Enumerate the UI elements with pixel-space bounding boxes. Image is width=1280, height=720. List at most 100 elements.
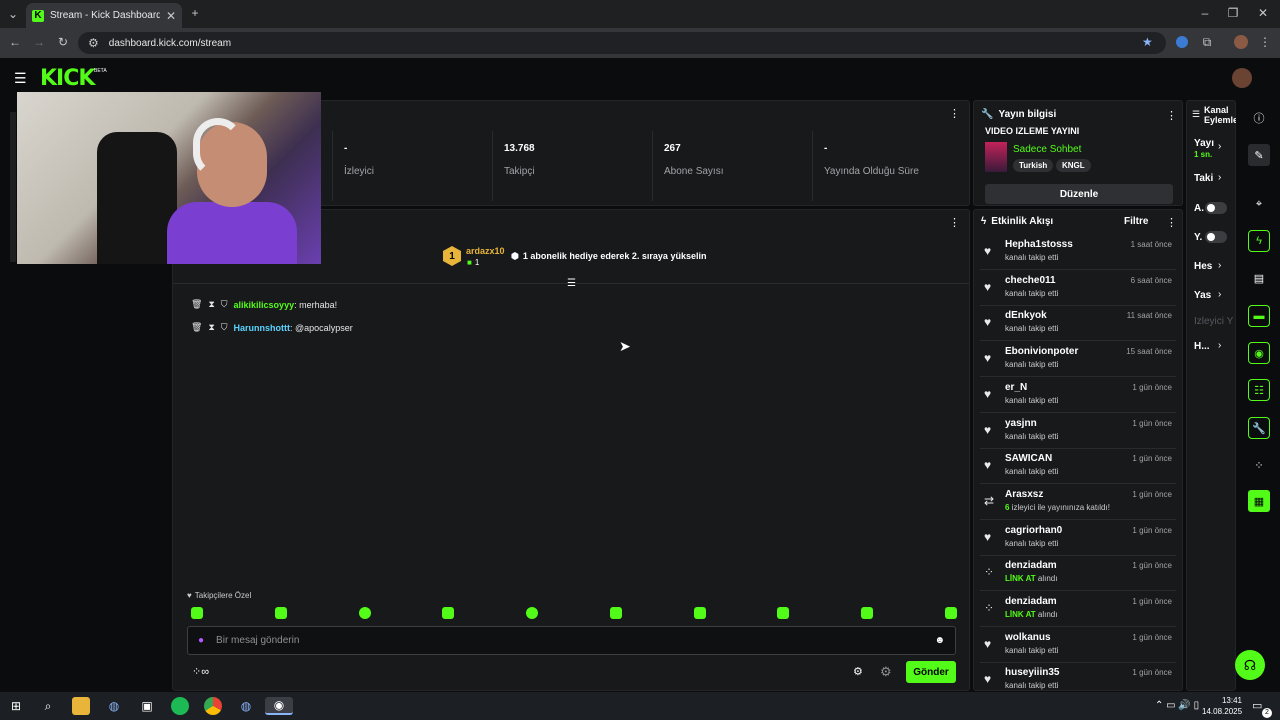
spotify-icon[interactable] [171, 697, 189, 715]
toggle-switch[interactable] [1205, 231, 1227, 243]
stats-menu-icon[interactable]: ⋮ [949, 107, 960, 120]
microphone-icon[interactable]: ● [198, 635, 204, 646]
steam-icon[interactable]: ◍ [105, 697, 123, 715]
store-icon[interactable]: ▣ [138, 697, 156, 715]
info-icon[interactable]: ⓘ [1248, 107, 1270, 129]
action-item[interactable]: Taki [1194, 173, 1213, 184]
action-item[interactable]: Yas [1194, 290, 1211, 301]
send-button[interactable]: Gönder [906, 661, 956, 683]
event-username[interactable]: cagriorhan0 [1005, 525, 1062, 536]
chevron-right-icon[interactable]: › [1218, 289, 1221, 300]
clock[interactable]: 13:41 14.08.2025 [1202, 695, 1242, 717]
event-username[interactable]: denziadam [1005, 596, 1057, 607]
event-username[interactable]: wolkanus [1005, 632, 1051, 643]
action-item[interactable]: Yayı [1194, 138, 1214, 149]
site-info-icon[interactable]: ⚙ [88, 36, 99, 50]
chevron-right-icon[interactable]: › [1218, 340, 1221, 351]
back-icon[interactable]: ← [8, 35, 22, 49]
profile-avatar[interactable] [1234, 35, 1248, 49]
chat-bubble-icon[interactable]: ▬ [1248, 305, 1270, 327]
info-menu-icon[interactable]: ⋮ [1166, 109, 1177, 122]
reload-icon[interactable]: ↻ [56, 35, 70, 49]
emoji-icon[interactable]: ☻ [934, 635, 945, 646]
emote[interactable] [274, 607, 287, 619]
emote[interactable] [693, 607, 706, 619]
chevron-right-icon[interactable]: › [1218, 172, 1221, 183]
layout-icon[interactable]: ☷ [1248, 379, 1270, 401]
timeout-icon[interactable]: ⧗ [208, 299, 214, 310]
event-username[interactable]: dEnkyok [1005, 310, 1047, 321]
timeout-icon[interactable]: ⧗ [208, 322, 214, 333]
event-username[interactable]: denziadam [1005, 560, 1057, 571]
action-item[interactable]: Hes [1194, 261, 1212, 272]
steam-alt-icon[interactable]: ◍ [237, 697, 255, 715]
delete-icon[interactable]: 🗑 [191, 322, 202, 333]
emote[interactable] [861, 607, 874, 619]
emote[interactable] [609, 607, 622, 619]
event-username[interactable]: Hepha1stosss [1005, 239, 1073, 250]
toggle-switch[interactable] [1205, 202, 1227, 214]
emote[interactable] [191, 607, 203, 619]
action-item[interactable]: H... [1194, 341, 1210, 352]
emote[interactable] [944, 607, 957, 619]
filter-button[interactable]: Filtre [1124, 216, 1148, 227]
category-name[interactable]: Sadece Sohbet [1013, 144, 1081, 155]
notification-icon[interactable]: ▭ [1252, 699, 1262, 712]
tab-list-icon[interactable]: ⌄ [6, 7, 20, 21]
clapperboard-icon[interactable]: ▦ [1248, 490, 1270, 512]
emote[interactable] [777, 607, 790, 619]
events-menu-icon[interactable]: ⋮ [1166, 216, 1177, 229]
new-tab-icon[interactable]: + [188, 6, 202, 20]
hamburger-menu-icon[interactable]: ☰ [14, 70, 27, 87]
user-avatar[interactable] [1232, 68, 1252, 88]
points-icon[interactable]: ⁘∞ [192, 665, 209, 678]
wrench-action-icon[interactable]: 🔧 [1248, 417, 1270, 439]
event-username[interactable]: huseyiiin35 [1005, 667, 1059, 678]
event-username[interactable]: cheche011 [1005, 275, 1056, 286]
close-window-icon[interactable]: ✕ [1256, 6, 1270, 20]
chevron-right-icon[interactable]: › [1218, 260, 1221, 271]
chat-collapse-icon[interactable]: ☰ [567, 278, 576, 289]
emote[interactable] [358, 607, 371, 619]
event-username[interactable]: er_N [1005, 382, 1027, 393]
support-headset-icon[interactable]: ☊ [1235, 650, 1265, 680]
event-username[interactable]: Ebonivionpoter [1005, 346, 1078, 357]
bookmark-star-icon[interactable]: ★ [1142, 35, 1153, 49]
event-username[interactable]: SAWICAN [1005, 453, 1052, 464]
chat-settings-icon[interactable]: ⚙ [853, 665, 863, 678]
minimize-icon[interactable]: – [1198, 6, 1212, 20]
extension-icon[interactable] [1176, 36, 1188, 48]
edit-button[interactable]: Düzenle [985, 184, 1173, 204]
windows-start-icon[interactable]: ⊞ [7, 697, 25, 715]
points-rail-icon[interactable]: ⁘ [1248, 454, 1270, 476]
browser-tab[interactable]: K Stream - Kick Dashboard ✕ [26, 3, 182, 28]
ban-icon[interactable]: ⛉ [221, 322, 228, 333]
kick-logo[interactable]: KICK [40, 66, 95, 91]
chrome-icon[interactable] [204, 697, 222, 715]
moderation-icon[interactable]: ⚙ [880, 664, 892, 680]
maximize-icon[interactable]: ❐ [1226, 6, 1240, 20]
leader-username[interactable]: ardazx10 [466, 246, 505, 256]
target-icon[interactable]: ⌖ [1248, 193, 1270, 215]
browser-menu-icon[interactable]: ⋮ [1258, 35, 1272, 49]
close-tab-icon[interactable]: ✕ [166, 9, 176, 23]
extensions-puzzle-icon[interactable]: ⧉ [1200, 35, 1214, 50]
event-username[interactable]: yasjnn [1005, 418, 1037, 429]
obs-icon[interactable]: ◉ [265, 697, 293, 715]
chevron-right-icon[interactable]: › [1218, 141, 1221, 152]
forward-icon[interactable]: → [32, 35, 46, 49]
file-explorer-icon[interactable] [72, 697, 90, 715]
ban-icon[interactable]: ⛉ [221, 299, 228, 310]
tray-icons[interactable]: ⌃ ▭ 🔊 ▯ [1155, 700, 1199, 711]
gift-promo[interactable]: ⬢ 1 abonelik hediye ederek 2. sıraya yüks… [511, 251, 706, 262]
lightning-action-icon[interactable]: ϟ [1248, 230, 1270, 252]
search-icon[interactable]: ⌕ [39, 697, 57, 715]
event-username[interactable]: Arasxsz [1005, 489, 1043, 500]
chat-input[interactable]: ● Bir mesaj gönderin ☻ [187, 626, 956, 655]
delete-icon[interactable]: 🗑 [191, 299, 202, 310]
chat-username[interactable]: Harunnshottt [234, 323, 291, 333]
url-field[interactable]: ⚙ dashboard.kick.com/stream [78, 32, 1166, 54]
chat-username[interactable]: alikikilicsoyyy [234, 300, 295, 310]
broadcast-icon[interactable]: ◉ [1248, 342, 1270, 364]
edit-pencil-icon[interactable]: ✎ [1248, 144, 1270, 166]
